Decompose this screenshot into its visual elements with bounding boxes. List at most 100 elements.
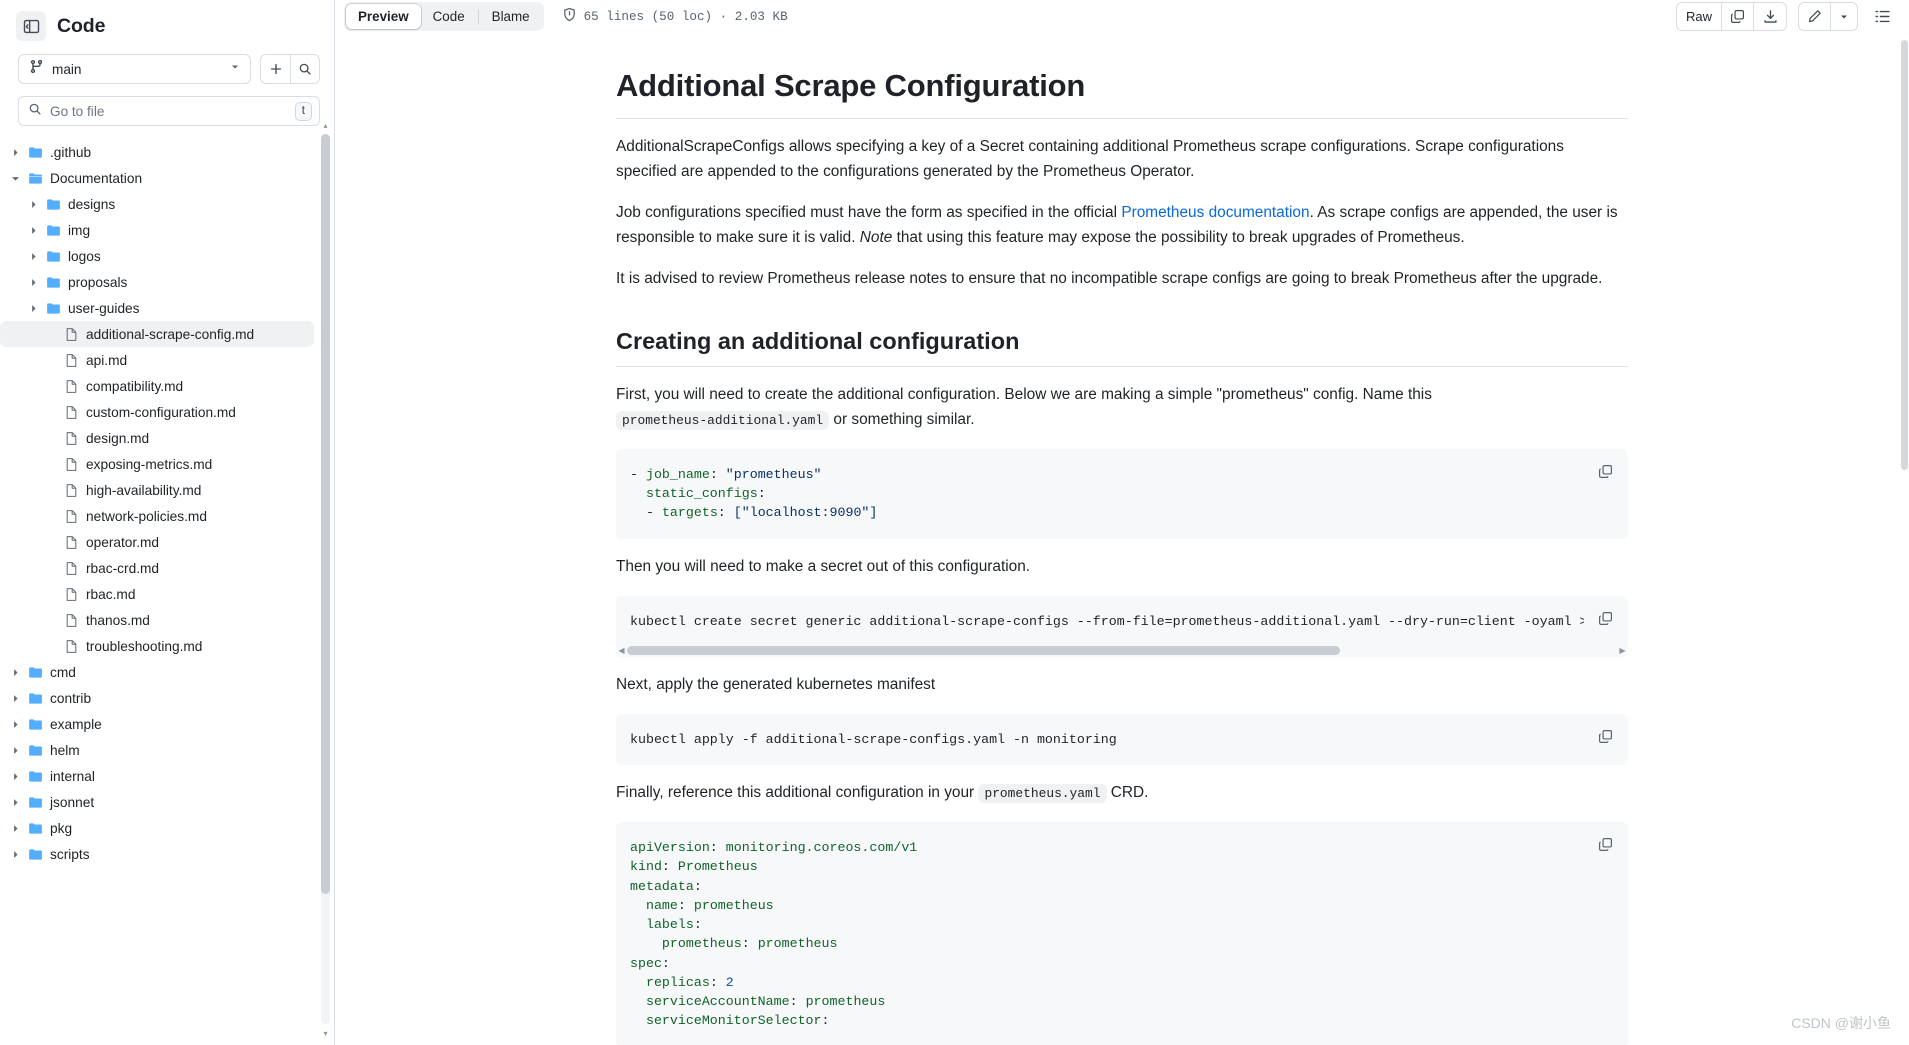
- chevron-right-icon[interactable]: [6, 667, 24, 678]
- search-button[interactable]: [290, 54, 320, 84]
- job-config-text-c: that using this feature may expose the p…: [892, 228, 1465, 246]
- sidebar-scrollbar-track[interactable]: [321, 134, 330, 1024]
- tree-folder-pkg[interactable]: pkg: [0, 815, 314, 841]
- chevron-right-icon[interactable]: [6, 771, 24, 782]
- add-file-button[interactable]: [260, 54, 290, 84]
- prometheus-documentation-link[interactable]: Prometheus documentation: [1121, 204, 1309, 221]
- tree-folder-jsonnet[interactable]: jsonnet: [0, 789, 314, 815]
- chevron-right-icon[interactable]: [6, 745, 24, 756]
- go-to-file-input[interactable]: Go to file t: [18, 96, 320, 126]
- tree-file-additional-scrape-config-md[interactable]: additional-scrape-config.md: [0, 321, 314, 347]
- app-root: Code main Go to file t .github Documenta…: [0, 0, 1909, 1045]
- tree-item-label: user-guides: [68, 300, 140, 316]
- chevron-right-icon[interactable]: [6, 823, 24, 834]
- folder-icon: [24, 665, 46, 680]
- tree-file-compatibility-md[interactable]: compatibility.md: [0, 373, 314, 399]
- tree-folder-cmd[interactable]: cmd: [0, 659, 314, 685]
- chevron-right-icon[interactable]: [24, 225, 42, 236]
- tree-file-rbac-md[interactable]: rbac.md: [0, 581, 314, 607]
- code-scrollbar-track[interactable]: [627, 645, 1617, 655]
- tree-item-label: compatibility.md: [86, 378, 184, 394]
- release-notes-paragraph: It is advised to review Prometheus relea…: [616, 269, 1603, 287]
- code-scrollbar-thumb[interactable]: [627, 645, 1340, 655]
- tree-folder-designs[interactable]: designs: [0, 191, 314, 217]
- file-stats: 65 lines (50 loc) · 2.03 KB: [562, 7, 788, 26]
- file-icon: [60, 535, 82, 550]
- chevron-right-icon[interactable]: [6, 147, 24, 158]
- pencil-icon[interactable]: [1799, 3, 1831, 30]
- chevron-right-icon[interactable]: [6, 797, 24, 808]
- chevron-right-icon[interactable]: [24, 251, 42, 262]
- file-icon: [60, 587, 82, 602]
- chevron-right-icon[interactable]: [24, 199, 42, 210]
- tab-blame[interactable]: Blame: [480, 4, 542, 29]
- sidebar-scroll-up-arrow[interactable]: ▴: [321, 120, 330, 130]
- chevron-right-icon[interactable]: [6, 849, 24, 860]
- raw-actions-group: Raw: [1675, 2, 1787, 31]
- folder-icon: [24, 171, 46, 186]
- file-icon: [60, 405, 82, 420]
- list-outline-icon[interactable]: [1869, 3, 1895, 30]
- tree-folder-documentation[interactable]: Documentation: [0, 165, 314, 191]
- go-to-file-placeholder: Go to file: [50, 103, 105, 119]
- crd-text-b: CRD.: [1106, 784, 1149, 802]
- tree-file-rbac-crd-md[interactable]: rbac-crd.md: [0, 555, 314, 581]
- scroll-left-arrow[interactable]: ◀: [616, 644, 627, 657]
- tree-file-high-availability-md[interactable]: high-availability.md: [0, 477, 314, 503]
- branch-selector[interactable]: main: [18, 54, 251, 84]
- tree-folder-user-guides[interactable]: user-guides: [0, 295, 314, 321]
- copy-icon[interactable]: [1591, 605, 1619, 633]
- file-icon: [60, 561, 82, 576]
- tab-code[interactable]: Code: [421, 4, 477, 29]
- tree-folder--github[interactable]: .github: [0, 139, 314, 165]
- raw-button[interactable]: Raw: [1677, 3, 1722, 30]
- secret-paragraph: Then you will need to make a secret out …: [616, 557, 1031, 575]
- tree-file-troubleshooting-md[interactable]: troubleshooting.md: [0, 633, 314, 659]
- copy-icon[interactable]: [1591, 723, 1619, 751]
- tree-file-custom-configuration-md[interactable]: custom-configuration.md: [0, 399, 314, 425]
- tree-file-exposing-metrics-md[interactable]: exposing-metrics.md: [0, 451, 314, 477]
- tree-file-api-md[interactable]: api.md: [0, 347, 314, 373]
- tree-file-thanos-md[interactable]: thanos.md: [0, 607, 314, 633]
- chevron-down-icon[interactable]: [1831, 3, 1857, 30]
- file-icon: [60, 613, 82, 628]
- tab-preview[interactable]: Preview: [346, 4, 421, 29]
- folder-icon: [24, 769, 46, 784]
- sidebar-scroll-down-arrow[interactable]: ▾: [321, 1028, 330, 1038]
- tree-file-network-policies-md[interactable]: network-policies.md: [0, 503, 314, 529]
- tree-file-operator-md[interactable]: operator.md: [0, 529, 314, 555]
- copy-icon[interactable]: [1722, 3, 1754, 30]
- copy-icon[interactable]: [1591, 458, 1619, 486]
- copy-icon[interactable]: [1591, 831, 1619, 859]
- code-horizontal-scrollbar[interactable]: ◀ ▶: [616, 643, 1628, 657]
- tree-item-label: design.md: [86, 430, 150, 446]
- sidebar-controls: main: [0, 46, 334, 90]
- download-icon[interactable]: [1754, 3, 1786, 30]
- tree-folder-img[interactable]: img: [0, 217, 314, 243]
- tree-folder-helm[interactable]: helm: [0, 737, 314, 763]
- chevron-right-icon[interactable]: [6, 719, 24, 730]
- file-toolbar: Preview Code Blame 65 lines (50 loc) · 2…: [335, 0, 1909, 33]
- tree-folder-proposals[interactable]: proposals: [0, 269, 314, 295]
- tree-folder-internal[interactable]: internal: [0, 763, 314, 789]
- folder-icon: [24, 743, 46, 758]
- chevron-right-icon[interactable]: [24, 303, 42, 314]
- sidebar-collapse-icon[interactable]: [16, 11, 46, 41]
- document-scrollbar-thumb[interactable]: [1901, 40, 1908, 470]
- tree-item-label: custom-configuration.md: [86, 404, 236, 420]
- chevron-right-icon[interactable]: [24, 277, 42, 288]
- code-block-create-secret: kubectl create secret generic additional…: [616, 595, 1628, 657]
- tree-folder-logos[interactable]: logos: [0, 243, 314, 269]
- section-heading-creating: Creating an additional configuration: [616, 327, 1628, 367]
- chevron-down-icon[interactable]: [6, 173, 24, 184]
- inline-code-prometheus-yaml: prometheus.yaml: [978, 784, 1107, 804]
- chevron-down-icon: [229, 60, 241, 78]
- tree-folder-scripts[interactable]: scripts: [0, 841, 314, 867]
- chevron-right-icon[interactable]: [6, 693, 24, 704]
- tree-file-design-md[interactable]: design.md: [0, 425, 314, 451]
- scroll-right-arrow[interactable]: ▶: [1617, 644, 1628, 657]
- tree-folder-contrib[interactable]: contrib: [0, 685, 314, 711]
- tree-folder-example[interactable]: example: [0, 711, 314, 737]
- sidebar-header: Code: [0, 0, 334, 46]
- sidebar-scrollbar-thumb[interactable]: [321, 134, 330, 894]
